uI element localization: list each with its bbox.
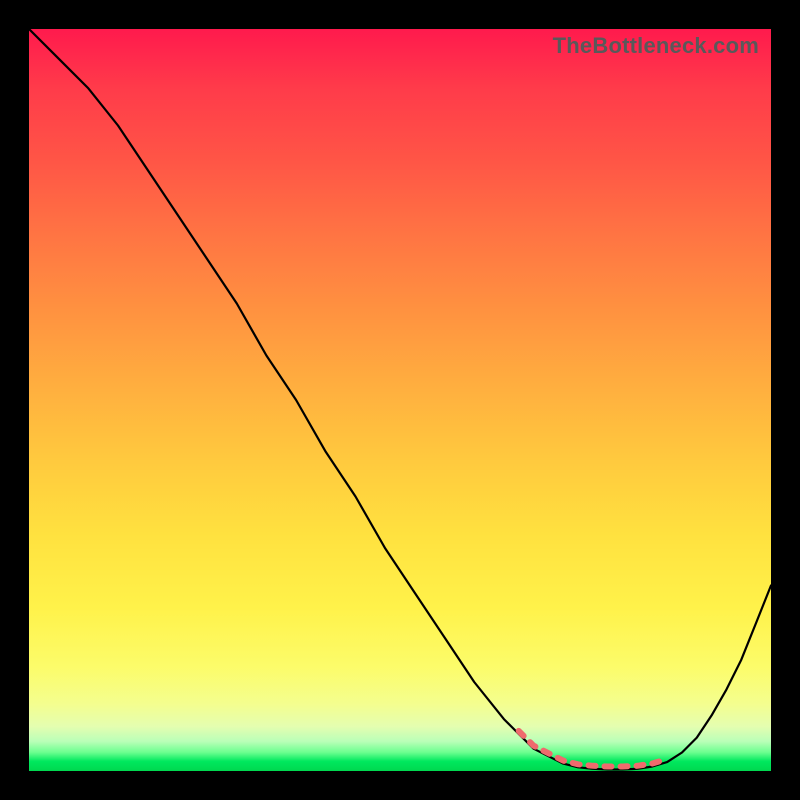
bottleneck-curve (29, 29, 771, 770)
optimal-range-marker (519, 731, 667, 767)
chart-container: TheBottleneck.com (0, 0, 800, 800)
curve-svg (29, 29, 771, 771)
plot-area: TheBottleneck.com (29, 29, 771, 771)
